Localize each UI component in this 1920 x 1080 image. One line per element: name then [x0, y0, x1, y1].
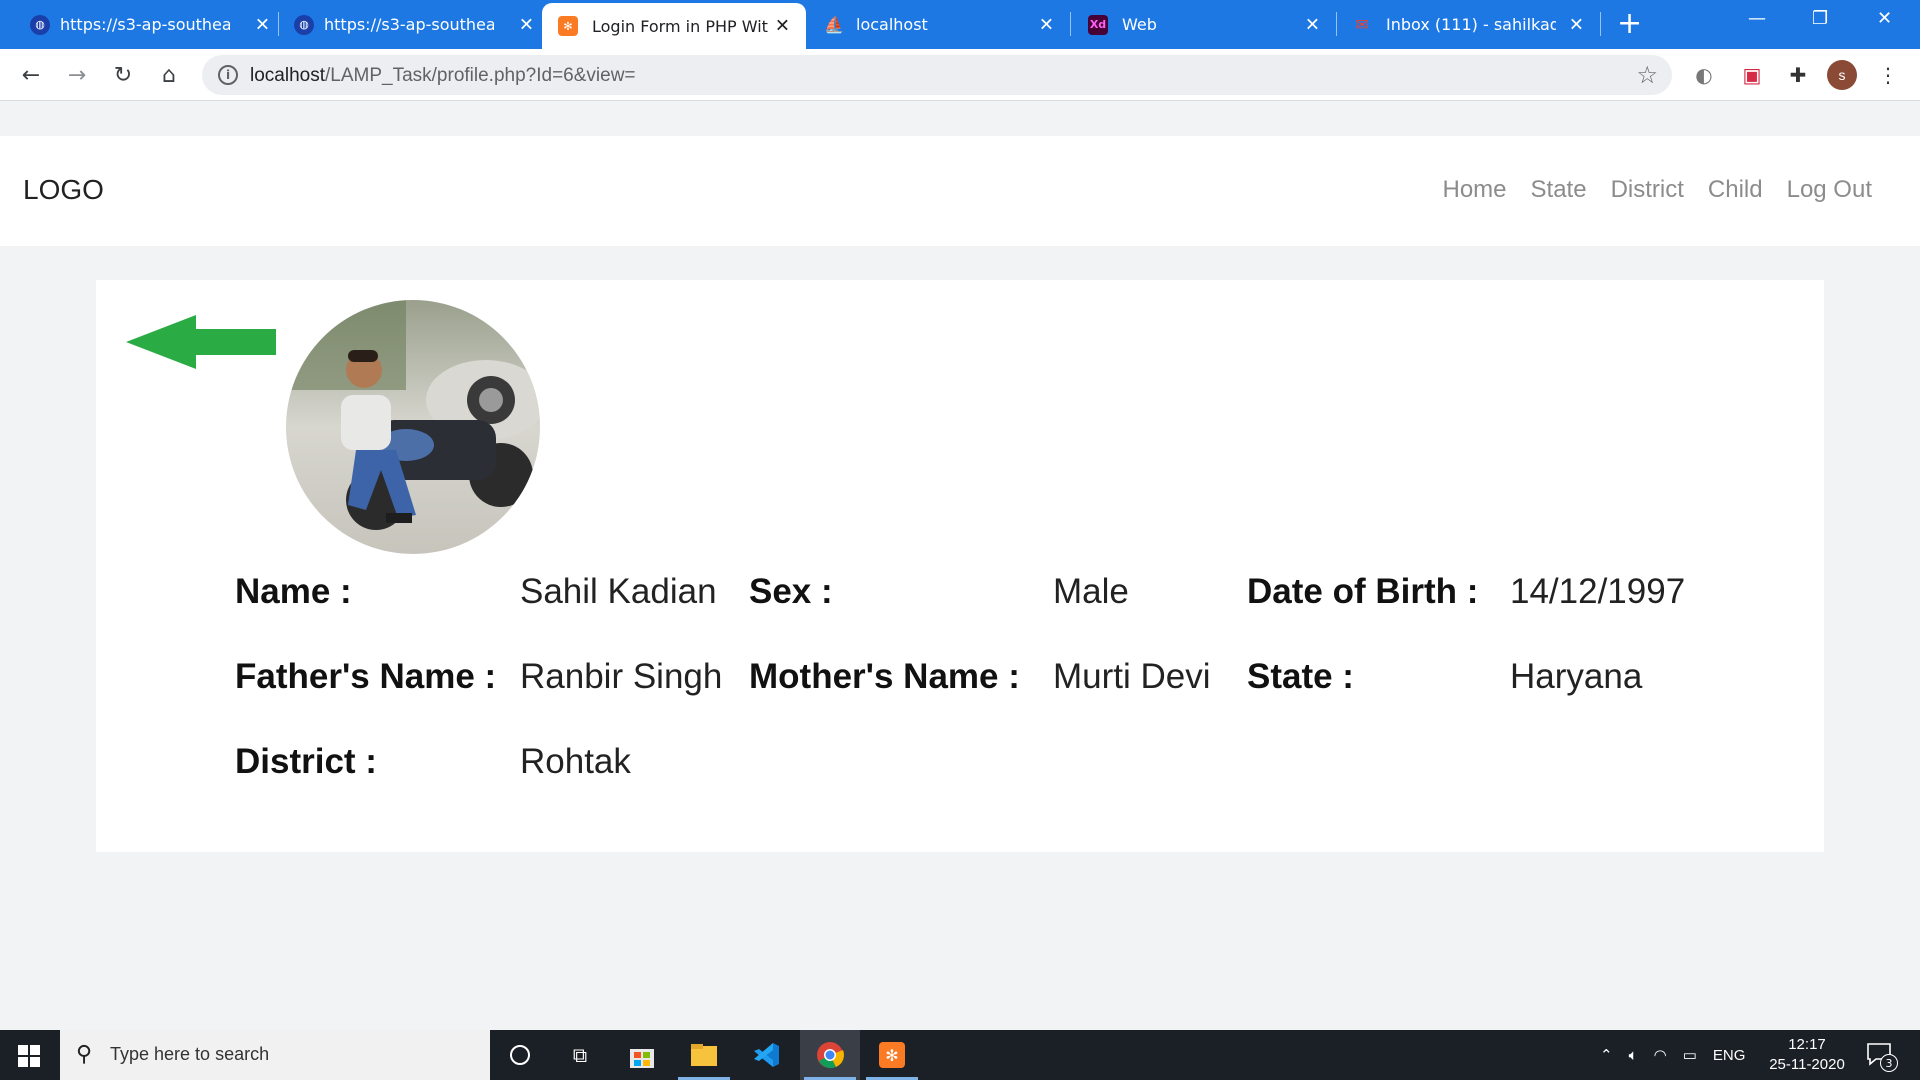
close-icon[interactable]: ✕ — [775, 16, 790, 37]
nav-child[interactable]: Child — [1708, 176, 1763, 204]
file-explorer-icon[interactable] — [674, 1030, 734, 1080]
notification-center-icon[interactable]: 3 — [1866, 1042, 1898, 1072]
vscode-icon[interactable] — [736, 1030, 796, 1080]
nav-home[interactable]: Home — [1442, 176, 1506, 204]
address-bar[interactable]: i localhost/LAMP_Task/profile.php?Id=6&v… — [202, 55, 1672, 95]
site-nav: Home State District Child Log Out — [1418, 176, 1872, 204]
adobe-xd-icon: Xd — [1088, 14, 1108, 35]
sex-label: Sex : — [749, 572, 833, 611]
volume-icon[interactable]: 🔈︎ — [1629, 1047, 1638, 1064]
close-icon[interactable]: ✕ — [1305, 14, 1320, 35]
battery-icon[interactable]: ▭ — [1683, 1046, 1697, 1064]
state-label: State : — [1247, 657, 1354, 696]
tab-separator — [1336, 12, 1337, 36]
district-label: District : — [235, 742, 377, 781]
search-placeholder: Type here to search — [110, 1044, 270, 1064]
windows-taskbar: ⚲ Type here to search ⧉ ✻ ⌃ 🔈︎ ◠ ▭ ENG 1… — [0, 1030, 1920, 1080]
window-close-icon[interactable]: ✕ — [1877, 8, 1892, 29]
nav-district[interactable]: District — [1611, 176, 1684, 204]
forward-arrow-icon[interactable]: → — [63, 61, 91, 89]
notification-count: 3 — [1880, 1054, 1898, 1072]
browser-tab-6[interactable]: ✉ Inbox (111) - sahilkadian ✕ — [1352, 0, 1584, 49]
clock-time: 12:17 — [1788, 1036, 1826, 1053]
clock-date: 25-11-2020 — [1769, 1056, 1845, 1073]
site-info-icon[interactable]: i — [218, 65, 238, 85]
father-name-label: Father's Name : — [235, 657, 497, 696]
browser-tab-5[interactable]: Xd Web ✕ — [1088, 0, 1320, 49]
profile-avatar[interactable]: s — [1827, 60, 1857, 90]
xampp-taskbar-icon[interactable]: ✻ — [862, 1030, 922, 1080]
back-arrow-icon[interactable]: ← — [17, 61, 45, 89]
extensions-puzzle-icon[interactable]: ✚ — [1784, 61, 1812, 89]
tab-separator — [278, 12, 279, 36]
search-icon: ⚲ — [76, 1042, 93, 1067]
menu-kebab-icon[interactable]: ⋮ — [1874, 61, 1902, 89]
restore-icon[interactable]: ❐ — [1812, 8, 1828, 29]
chevron-up-icon[interactable]: ⌃ — [1600, 1046, 1613, 1064]
store-icon[interactable] — [612, 1030, 672, 1080]
home-icon[interactable]: ⌂ — [155, 61, 183, 89]
browser-tab-1[interactable]: ◍ https://s3-ap-southeast- ✕ — [30, 0, 270, 49]
reload-icon[interactable]: ↻ — [109, 61, 137, 89]
sex-value: Male — [1053, 572, 1129, 611]
tab-separator — [1600, 12, 1601, 36]
state-value: Haryana — [1510, 657, 1643, 696]
browser-tab-2[interactable]: ◍ https://s3-ap-southeast- ✕ — [294, 0, 534, 49]
url-path: /LAMP_Task/profile.php?Id=6&view= — [325, 65, 636, 86]
url-host: localhost — [250, 65, 325, 86]
district-value: Rohtak — [520, 742, 631, 781]
system-tray: ⌃ 🔈︎ ◠ ▭ ENG — [1600, 1030, 1745, 1080]
tab-label: https://s3-ap-southeast- — [324, 15, 494, 34]
browser-tab-4[interactable]: ⛵ localhost ✕ — [824, 0, 1054, 49]
language-indicator[interactable]: ENG — [1713, 1047, 1746, 1064]
browser-tab-strip: ◍ https://s3-ap-southeast- ✕ ◍ https://s… — [0, 0, 1920, 49]
new-tab-button[interactable]: + — [1617, 8, 1642, 40]
windows-start-icon[interactable] — [18, 1045, 40, 1067]
svg-text:✻: ✻ — [885, 1046, 898, 1065]
site-header: LOGO Home State District Child Log Out — [0, 136, 1920, 246]
dob-value: 14/12/1997 — [1510, 572, 1686, 611]
minimize-icon[interactable]: — — [1748, 8, 1766, 29]
back-arrow-icon[interactable] — [126, 315, 276, 369]
globe-icon: ◍ — [30, 14, 50, 35]
phpmyadmin-icon: ⛵ — [824, 15, 844, 34]
xampp-icon: ✻ — [558, 16, 578, 36]
tab-label: https://s3-ap-southeast- — [60, 15, 230, 34]
close-icon[interactable]: ✕ — [519, 14, 534, 35]
name-value: Sahil Kadian — [520, 572, 717, 611]
mother-name-value: Murti Devi — [1053, 657, 1211, 696]
site-logo[interactable]: LOGO — [23, 174, 104, 206]
name-label: Name : — [235, 572, 352, 611]
tab-label: Web — [1122, 15, 1157, 34]
extension-icon[interactable]: ◐ — [1690, 61, 1718, 89]
close-icon[interactable]: ✕ — [255, 14, 270, 35]
profile-card: Name : Sahil Kadian Sex : Male Date of B… — [96, 280, 1824, 852]
taskbar-clock[interactable]: 12:17 25-11-2020 — [1762, 1035, 1852, 1075]
browser-toolbar: ← → ↻ ⌂ i localhost/LAMP_Task/profile.ph… — [0, 49, 1920, 101]
tab-label: Login Form in PHP With — [592, 16, 768, 36]
tab-label: localhost — [856, 15, 928, 34]
gmail-icon: ✉ — [1355, 15, 1369, 34]
globe-icon: ◍ — [294, 14, 314, 35]
tab-label: Inbox (111) - sahilkadian — [1386, 15, 1556, 34]
taskbar-search[interactable]: ⚲ Type here to search — [60, 1030, 490, 1080]
nav-logout[interactable]: Log Out — [1787, 176, 1872, 204]
mother-name-label: Mother's Name : — [749, 657, 1020, 696]
dob-label: Date of Birth : — [1247, 572, 1479, 611]
wifi-icon[interactable]: ◠ — [1654, 1046, 1667, 1064]
url-text[interactable]: localhost/LAMP_Task/profile.php?Id=6&vie… — [250, 65, 636, 87]
profile-photo — [286, 300, 540, 554]
tab-separator — [1070, 12, 1071, 36]
bookmark-star-icon[interactable]: ☆ — [1636, 61, 1658, 89]
cortana-icon[interactable] — [490, 1030, 550, 1080]
nav-state[interactable]: State — [1531, 176, 1587, 204]
chrome-taskbar-icon[interactable] — [800, 1030, 860, 1080]
father-name-value: Ranbir Singh — [520, 657, 723, 696]
pocket-icon[interactable]: ▣ — [1738, 61, 1766, 89]
task-view-icon[interactable]: ⧉ — [550, 1030, 610, 1080]
browser-tab-3-active[interactable]: ✻ Login Form in PHP With ✕ — [542, 3, 806, 49]
close-icon[interactable]: ✕ — [1569, 14, 1584, 35]
close-icon[interactable]: ✕ — [1039, 14, 1054, 35]
